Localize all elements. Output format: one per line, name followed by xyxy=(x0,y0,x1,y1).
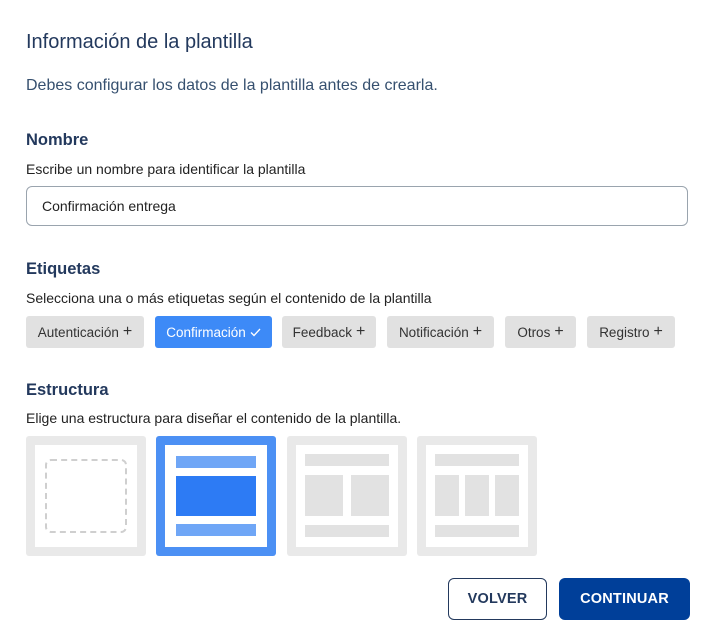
template-name-input[interactable] xyxy=(26,186,688,226)
tag-label: Autenticación xyxy=(37,324,119,340)
tag-notificacion[interactable]: Notificación + xyxy=(387,316,494,348)
single-column-layout-icon xyxy=(165,445,267,547)
structure-option-three-column[interactable] xyxy=(417,436,537,556)
layout-column-block xyxy=(305,475,343,516)
layout-column-block xyxy=(465,475,489,516)
tag-autenticacion[interactable]: Autenticación + xyxy=(26,316,144,348)
plus-icon: + xyxy=(122,323,133,340)
plus-icon: + xyxy=(355,323,366,340)
tag-registro[interactable]: Registro + xyxy=(587,316,675,348)
layout-column-block xyxy=(495,475,519,516)
layout-header-block xyxy=(435,454,519,466)
tag-feedback[interactable]: Feedback + xyxy=(282,316,376,348)
two-column-layout-icon xyxy=(296,445,398,547)
structure-option-two-column[interactable] xyxy=(287,436,407,556)
tag-label: Feedback xyxy=(292,324,352,340)
name-section-title: Nombre xyxy=(26,131,89,149)
plus-icon: + xyxy=(554,323,564,340)
structure-option-single-column[interactable] xyxy=(156,436,276,556)
structure-preview xyxy=(35,445,137,547)
tag-confirmacion[interactable]: Confirmación xyxy=(155,316,272,348)
plus-icon: + xyxy=(653,323,663,340)
three-column-layout-icon xyxy=(426,445,528,547)
structure-option-empty[interactable] xyxy=(26,436,146,556)
tag-label: Otros xyxy=(517,324,551,340)
structure-section-title: Estructura xyxy=(26,381,109,399)
structure-section-description: Elige una estructura para diseñar el con… xyxy=(26,410,402,426)
layout-header-block xyxy=(305,454,389,466)
tag-label: Notificación xyxy=(398,324,469,340)
layout-column-block xyxy=(351,475,389,516)
layout-footer-block xyxy=(305,525,389,537)
tag-otros[interactable]: Otros + xyxy=(505,316,576,348)
tag-label: Registro xyxy=(599,324,650,340)
layout-column-block xyxy=(435,475,459,516)
back-button[interactable]: VOLVER xyxy=(448,578,547,620)
layout-footer-block xyxy=(176,524,256,536)
template-info-form: Información de la plantilla Debes config… xyxy=(0,0,709,644)
page-subtitle: Debes configurar los datos de la plantil… xyxy=(26,77,438,94)
empty-layout-icon xyxy=(45,459,127,533)
tags-section-title: Etiquetas xyxy=(26,260,101,278)
layout-header-block xyxy=(176,456,256,468)
check-icon xyxy=(250,326,261,339)
page-title: Información de la plantilla xyxy=(26,31,253,53)
layout-body-block xyxy=(176,476,256,516)
name-section-description: Escribe un nombre para identificar la pl… xyxy=(26,161,306,177)
continue-button[interactable]: CONTINUAR xyxy=(559,578,690,620)
layout-footer-block xyxy=(435,525,519,537)
plus-icon: + xyxy=(472,323,483,340)
tags-section-description: Selecciona una o más etiquetas según el … xyxy=(26,290,432,306)
tag-label: Confirmación xyxy=(166,324,246,340)
